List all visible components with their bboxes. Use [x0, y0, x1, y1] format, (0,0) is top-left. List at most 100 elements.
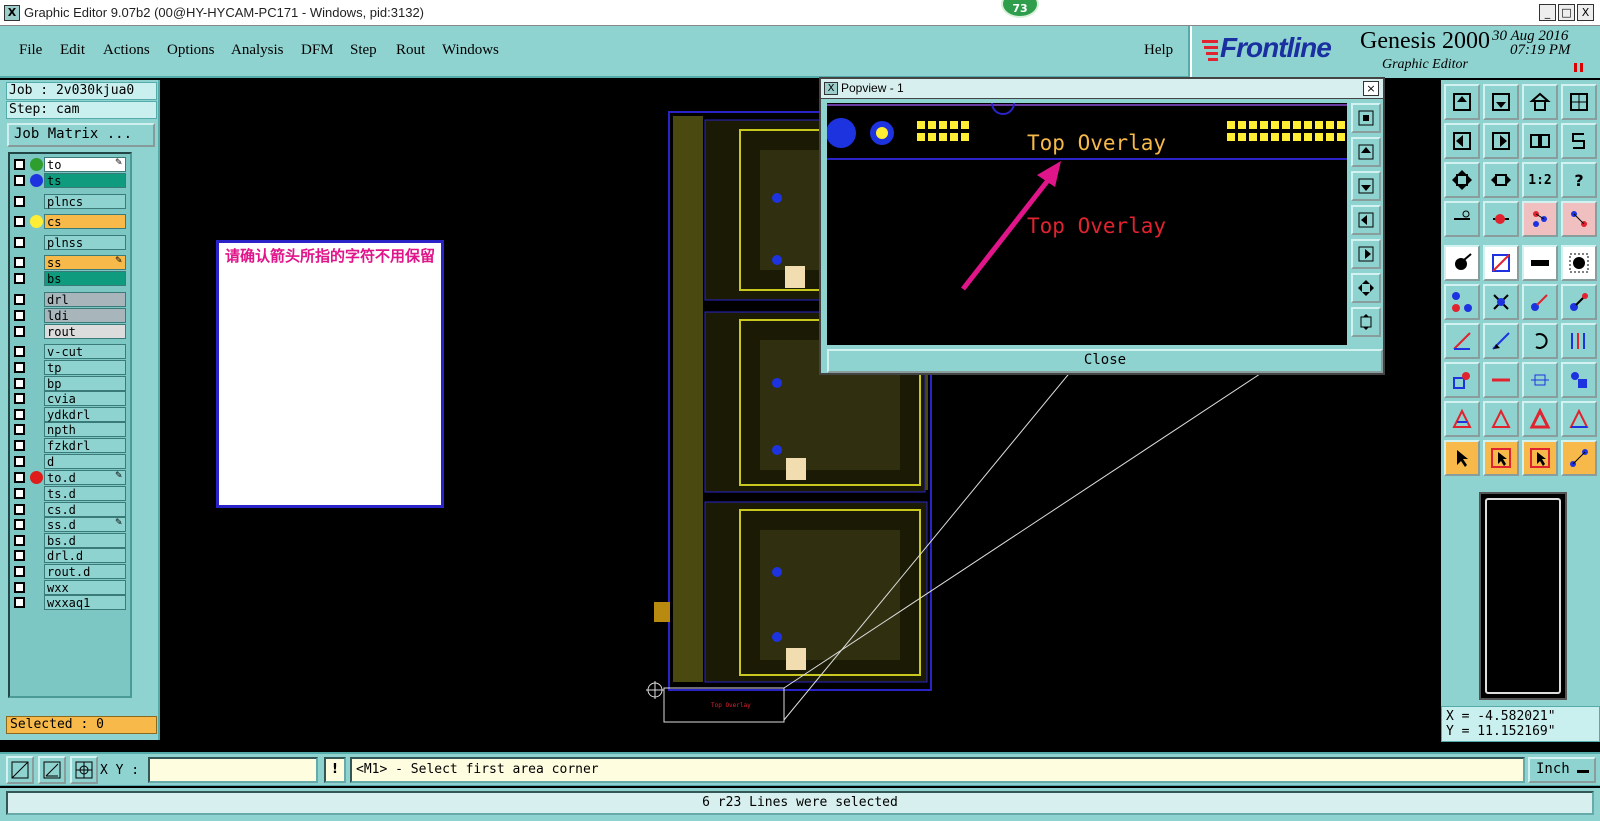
layer-color-dot-icon[interactable]: [30, 471, 43, 484]
layer-checkbox[interactable]: [14, 273, 25, 284]
slope-edit-icon[interactable]: [1483, 323, 1519, 359]
pan-right-tool-icon[interactable]: [1483, 123, 1519, 159]
zoom-area-icon[interactable]: [1483, 162, 1519, 198]
ruler-icon[interactable]: [1444, 201, 1480, 237]
layer-checkbox[interactable]: [14, 294, 25, 305]
zoom-ratio-button[interactable]: 1:2: [1522, 162, 1558, 198]
popview-window[interactable]: Popview - 1 X × Top Overlay Top Overlay: [819, 77, 1385, 375]
layer-checkbox[interactable]: [14, 488, 25, 499]
measure-red-icon[interactable]: [1483, 201, 1519, 237]
layer-name[interactable]: bp: [44, 376, 126, 391]
layer-checkbox[interactable]: [14, 597, 25, 608]
undo-arc-icon[interactable]: [1522, 323, 1558, 359]
layer-name[interactable]: fzkdrl: [44, 438, 126, 453]
layer-checkbox[interactable]: [14, 216, 25, 227]
layer-checkbox[interactable]: [14, 159, 25, 170]
zoom-in-icon[interactable]: [1351, 103, 1381, 133]
layer-row[interactable]: bs.d: [10, 533, 130, 548]
layer-name[interactable]: rout: [44, 324, 126, 339]
xy-input[interactable]: [148, 757, 318, 783]
layer-name[interactable]: npth: [44, 422, 126, 437]
layer-name[interactable]: d: [44, 454, 126, 469]
layer-row[interactable]: drl.d: [10, 548, 130, 563]
delete-feature-icon[interactable]: [1483, 284, 1519, 320]
layer-checkbox[interactable]: [14, 519, 25, 530]
layer-row[interactable]: wxx: [10, 580, 130, 595]
layer-row[interactable]: to ✎: [10, 157, 130, 172]
overview-panel[interactable]: [1441, 490, 1600, 710]
layer-row[interactable]: plnss: [10, 235, 130, 250]
rotate-feature-icon[interactable]: [1561, 284, 1597, 320]
copy-feature-icon[interactable]: [1522, 284, 1558, 320]
layer-row[interactable]: ydkdrl: [10, 407, 130, 422]
layer-name[interactable]: v-cut: [44, 344, 126, 359]
layer-name[interactable]: cvia: [44, 391, 126, 406]
window-layout-icon[interactable]: [1561, 84, 1597, 120]
pad-snap-icon[interactable]: [1444, 362, 1480, 398]
layer-name[interactable]: ss: [44, 255, 126, 270]
layer-row[interactable]: ss.d ✎: [10, 517, 130, 532]
warning-button[interactable]: !: [324, 757, 346, 783]
triangle-select-icon[interactable]: [1444, 401, 1480, 437]
net-connect-icon[interactable]: [1561, 201, 1597, 237]
layer-row[interactable]: d: [10, 454, 130, 469]
layer-checkbox[interactable]: [14, 346, 25, 357]
layer-row[interactable]: tp: [10, 360, 130, 375]
layer-row[interactable]: cvia: [10, 391, 130, 406]
pan-up-icon[interactable]: [1351, 137, 1381, 167]
layer-checkbox[interactable]: [14, 535, 25, 546]
net-highlight-icon[interactable]: [1522, 201, 1558, 237]
layer-checkbox[interactable]: [14, 326, 25, 337]
line-edit-icon[interactable]: [1444, 323, 1480, 359]
layer-row[interactable]: ss ✎: [10, 255, 130, 270]
layer-row[interactable]: bs: [10, 271, 130, 286]
unit-selector[interactable]: Inch: [1528, 757, 1596, 783]
add-feature-icon[interactable]: [1444, 245, 1480, 281]
layer-row[interactable]: cs.d: [10, 502, 130, 517]
layer-name[interactable]: rout.d: [44, 564, 126, 579]
job-matrix-button[interactable]: Job Matrix ...: [7, 123, 155, 147]
layer-row[interactable]: bp: [10, 376, 130, 391]
layer-name[interactable]: plncs: [44, 194, 126, 209]
popview-close-button[interactable]: Close: [827, 349, 1383, 373]
grid-mode-icon[interactable]: [70, 756, 98, 784]
layer-name[interactable]: ts: [44, 173, 126, 188]
popview-close-icon[interactable]: ×: [1363, 81, 1379, 96]
pan-down-icon[interactable]: [1351, 171, 1381, 201]
layer-row[interactable]: rout: [10, 324, 130, 339]
layer-name[interactable]: ts.d: [44, 486, 126, 501]
layer-name[interactable]: drl: [44, 292, 126, 307]
menu-file[interactable]: File: [19, 42, 42, 59]
snap-mode-icon[interactable]: [6, 756, 34, 784]
annotation-note[interactable]: 请确认箭头所指的字符不用保留: [216, 240, 444, 508]
layer-name[interactable]: to: [44, 157, 126, 172]
layer-row[interactable]: fzkdrl: [10, 438, 130, 453]
add-surface-icon[interactable]: [1483, 245, 1519, 281]
add-line-icon[interactable]: [1522, 245, 1558, 281]
menu-help[interactable]: Help: [1144, 42, 1173, 59]
move-feature-icon[interactable]: [1444, 284, 1480, 320]
layer-checkbox[interactable]: [14, 582, 25, 593]
minimize-button[interactable]: _: [1539, 4, 1556, 21]
menu-actions[interactable]: Actions: [103, 42, 150, 59]
parallel-lines-icon[interactable]: [1561, 323, 1597, 359]
layer-name[interactable]: to.d: [44, 470, 126, 485]
page-down-icon[interactable]: [1483, 84, 1519, 120]
layer-row[interactable]: cs: [10, 214, 130, 229]
menu-options[interactable]: Options: [167, 42, 215, 59]
select-area-icon[interactable]: [1483, 440, 1519, 476]
menu-analysis[interactable]: Analysis: [231, 42, 284, 59]
layer-row[interactable]: drl: [10, 292, 130, 307]
menu-edit[interactable]: Edit: [60, 42, 85, 59]
layer-checkbox[interactable]: [14, 237, 25, 248]
fit-all-icon[interactable]: [1351, 307, 1381, 337]
zoom-fit-icon[interactable]: [1444, 162, 1480, 198]
layer-checkbox[interactable]: [14, 550, 25, 561]
arch-edit-icon[interactable]: [1522, 401, 1558, 437]
layer-row[interactable]: npth: [10, 422, 130, 437]
menu-rout[interactable]: Rout: [396, 42, 425, 59]
layer-name[interactable]: wxxaq1: [44, 595, 126, 610]
select-net-icon[interactable]: [1561, 440, 1597, 476]
layer-checkbox[interactable]: [14, 566, 25, 577]
layer-name[interactable]: ldi: [44, 308, 126, 323]
